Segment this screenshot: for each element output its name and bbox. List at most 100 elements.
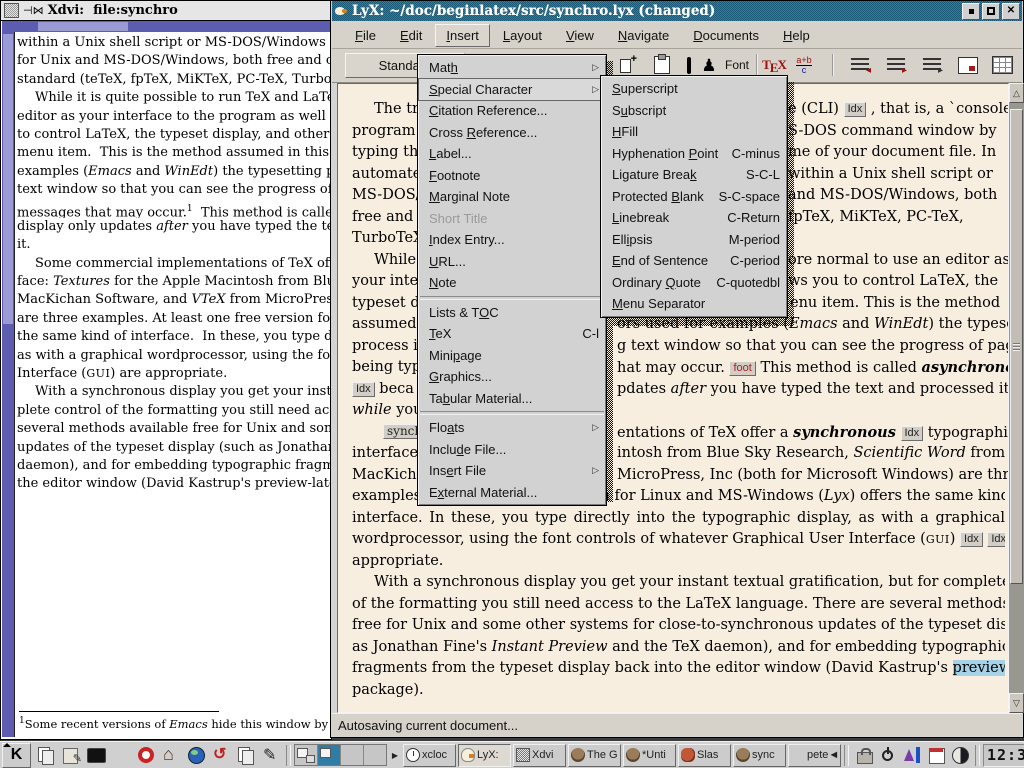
- pager-desktop-3[interactable]: [341, 745, 364, 765]
- scrollbar-thumb[interactable]: [1010, 109, 1023, 584]
- special-character-item-superscript[interactable]: Superscript: [602, 78, 786, 100]
- idx-inset[interactable]: Idx: [844, 102, 867, 117]
- terminal-icon[interactable]: [109, 744, 133, 767]
- idx-inset[interactable]: Idx: [987, 532, 1005, 547]
- insert-menu-item-include-file[interactable]: Include File...: [419, 439, 605, 461]
- pager-expand-arrow[interactable]: ▶: [390, 744, 400, 767]
- task-button-slas[interactable]: Slas: [678, 744, 731, 767]
- tray-power-icon[interactable]: [876, 744, 900, 767]
- insert-menu-item-floats[interactable]: Floats▷: [419, 417, 605, 439]
- math-mode-button[interactable]: a+bc: [790, 52, 818, 78]
- insert-menu-item-special-character[interactable]: Special Character▷: [419, 79, 605, 101]
- taskbar-separator: [286, 745, 291, 766]
- insert-menu-item-graphics[interactable]: Graphics...: [419, 366, 605, 388]
- idx-inset[interactable]: Idx: [960, 532, 983, 547]
- idx-inset[interactable]: Idx: [352, 382, 375, 397]
- task-button-lyx[interactable]: LyX:: [458, 744, 511, 767]
- special-character-item-menu-separator[interactable]: Menu Separator: [602, 293, 786, 315]
- insert-menu-item-footnote[interactable]: Footnote: [419, 165, 605, 187]
- files-icon[interactable]: [234, 744, 258, 767]
- task-button-the-g[interactable]: The G: [568, 744, 621, 767]
- task-button-xdvi[interactable]: Xdvi: [513, 744, 566, 767]
- task-button-sync[interactable]: sync: [733, 744, 786, 767]
- menubar-item-edit[interactable]: Edit: [389, 24, 433, 47]
- insert-menu-item-insert-file[interactable]: Insert File▷: [419, 460, 605, 482]
- pager-desktop-2[interactable]: [318, 745, 341, 765]
- insert-menu-item-minipage[interactable]: Minipage: [419, 345, 605, 367]
- insert-menu-item-index-entry[interactable]: Index Entry...: [419, 229, 605, 251]
- pager-desktop-4[interactable]: [364, 745, 386, 765]
- depth-increase-button[interactable]: [882, 52, 910, 78]
- insert-menu-item-lists-toc[interactable]: Lists & TOC: [419, 302, 605, 324]
- tray-organizer-icon[interactable]: [924, 744, 948, 767]
- special-character-item-end-of-sentence[interactable]: End of SentenceC-period: [602, 250, 786, 272]
- tray-lock-icon[interactable]: [852, 744, 876, 767]
- lyx-vertical-scrollbar[interactable]: △ ▽: [1009, 83, 1024, 713]
- text-run: Emacs: [169, 717, 208, 731]
- insert-menu-item-citation-reference[interactable]: Citation Reference...: [419, 100, 605, 122]
- task-button-xcloc[interactable]: xcloc: [403, 744, 456, 767]
- insert-menu-item-tabular-material[interactable]: Tabular Material...: [419, 388, 605, 410]
- taskbar-clock[interactable]: 12:31: [983, 744, 1024, 767]
- insert-menu-item-short-title: Short Title: [419, 208, 605, 230]
- scroll-down-button[interactable]: ▽: [1009, 693, 1024, 713]
- pager-desktop-1[interactable]: [295, 745, 318, 765]
- idx-inset[interactable]: Idx: [901, 426, 924, 441]
- task-button-pete[interactable]: pete◄: [788, 744, 841, 767]
- horizontal-scrollbar-thumb[interactable]: [38, 22, 128, 31]
- menu-item-label: Ordinary Quote: [612, 275, 708, 290]
- editor-icon[interactable]: [259, 744, 283, 767]
- tray-moon-icon[interactable]: [948, 744, 972, 767]
- tray-paint-icon[interactable]: [900, 744, 924, 767]
- xdvi-vertical-scrollbar[interactable]: [2, 32, 15, 737]
- menubar-item-documents[interactable]: Documents: [682, 24, 770, 47]
- insert-menu-item-math[interactable]: Math▷: [419, 57, 605, 79]
- task-button-unti[interactable]: *Unti: [623, 744, 676, 767]
- menubar-item-layout[interactable]: Layout: [492, 24, 553, 47]
- special-character-item-ligature-break[interactable]: Ligature BreakS-C-L: [602, 164, 786, 186]
- menubar-item-file[interactable]: File: [344, 24, 387, 47]
- insert-menu-item-external-material[interactable]: External Material...: [419, 482, 605, 504]
- insert-menu-item-cross-reference[interactable]: Cross Reference...: [419, 122, 605, 144]
- help-icon[interactable]: [134, 744, 158, 767]
- special-character-item-linebreak[interactable]: LinebreakC-Return: [602, 207, 786, 229]
- scroll-up-button[interactable]: △: [1009, 83, 1024, 103]
- special-character-item-ordinary-quote[interactable]: Ordinary QuoteC-quotedbl: [602, 272, 786, 294]
- close-button[interactable]: ✕: [1002, 3, 1020, 20]
- maximize-button[interactable]: [982, 3, 1000, 20]
- minimize-button[interactable]: [962, 3, 980, 20]
- special-character-item-ellipsis[interactable]: EllipsisM-period: [602, 229, 786, 251]
- display-icon[interactable]: [84, 744, 108, 767]
- insert-menu-item-label[interactable]: Label...: [419, 143, 605, 165]
- xdvi-titlebar[interactable]: ⊣⋈ Xdvi: file:synchro: [1, 1, 331, 21]
- special-character-item-hyphenation-point[interactable]: Hyphenation PointC-minus: [602, 143, 786, 165]
- insert-figure-button[interactable]: [954, 52, 982, 78]
- menubar-item-insert[interactable]: Insert: [435, 24, 490, 47]
- vertical-scrollbar-thumb[interactable]: [3, 34, 13, 324]
- pen-glyph: [262, 746, 280, 764]
- lyx-titlebar[interactable]: LyX: ~/doc/beginlatex/src/synchro.lyx (c…: [332, 1, 1022, 21]
- xdvi-text-line: the editor window (David Kastrup's previ…: [17, 475, 330, 493]
- menubar-item-view[interactable]: View: [555, 24, 605, 47]
- xdvi-text-line: face: Textures for the Apple Macintosh f…: [17, 273, 330, 291]
- menubar-item-help[interactable]: Help: [772, 24, 821, 47]
- documents-icon[interactable]: [34, 744, 58, 767]
- menubar-item-navigate[interactable]: Navigate: [607, 24, 680, 47]
- k-menu-button[interactable]: K: [2, 743, 31, 768]
- insert-menu-item-marginal-note[interactable]: Marginal Note: [419, 186, 605, 208]
- insert-menu-item-note[interactable]: Note: [419, 272, 605, 294]
- depth-decrease-button[interactable]: [846, 52, 874, 78]
- xdvi-text-line: it.: [17, 236, 330, 254]
- news-icon[interactable]: [209, 744, 233, 767]
- special-character-item-hfill[interactable]: HFill: [602, 121, 786, 143]
- indent-button[interactable]: [918, 52, 946, 78]
- insert-table-button[interactable]: [988, 52, 1016, 78]
- insert-menu-item-url[interactable]: URL...: [419, 251, 605, 273]
- home-icon[interactable]: [159, 744, 183, 767]
- foot-inset[interactable]: foot: [729, 361, 755, 376]
- draw-icon[interactable]: [59, 744, 83, 767]
- insert-menu-item-tex[interactable]: TeXC-l: [419, 323, 605, 345]
- browser-icon[interactable]: [184, 744, 208, 767]
- special-character-item-protected-blank[interactable]: Protected BlankS-C-space: [602, 186, 786, 208]
- special-character-item-subscript[interactable]: Subscript: [602, 100, 786, 122]
